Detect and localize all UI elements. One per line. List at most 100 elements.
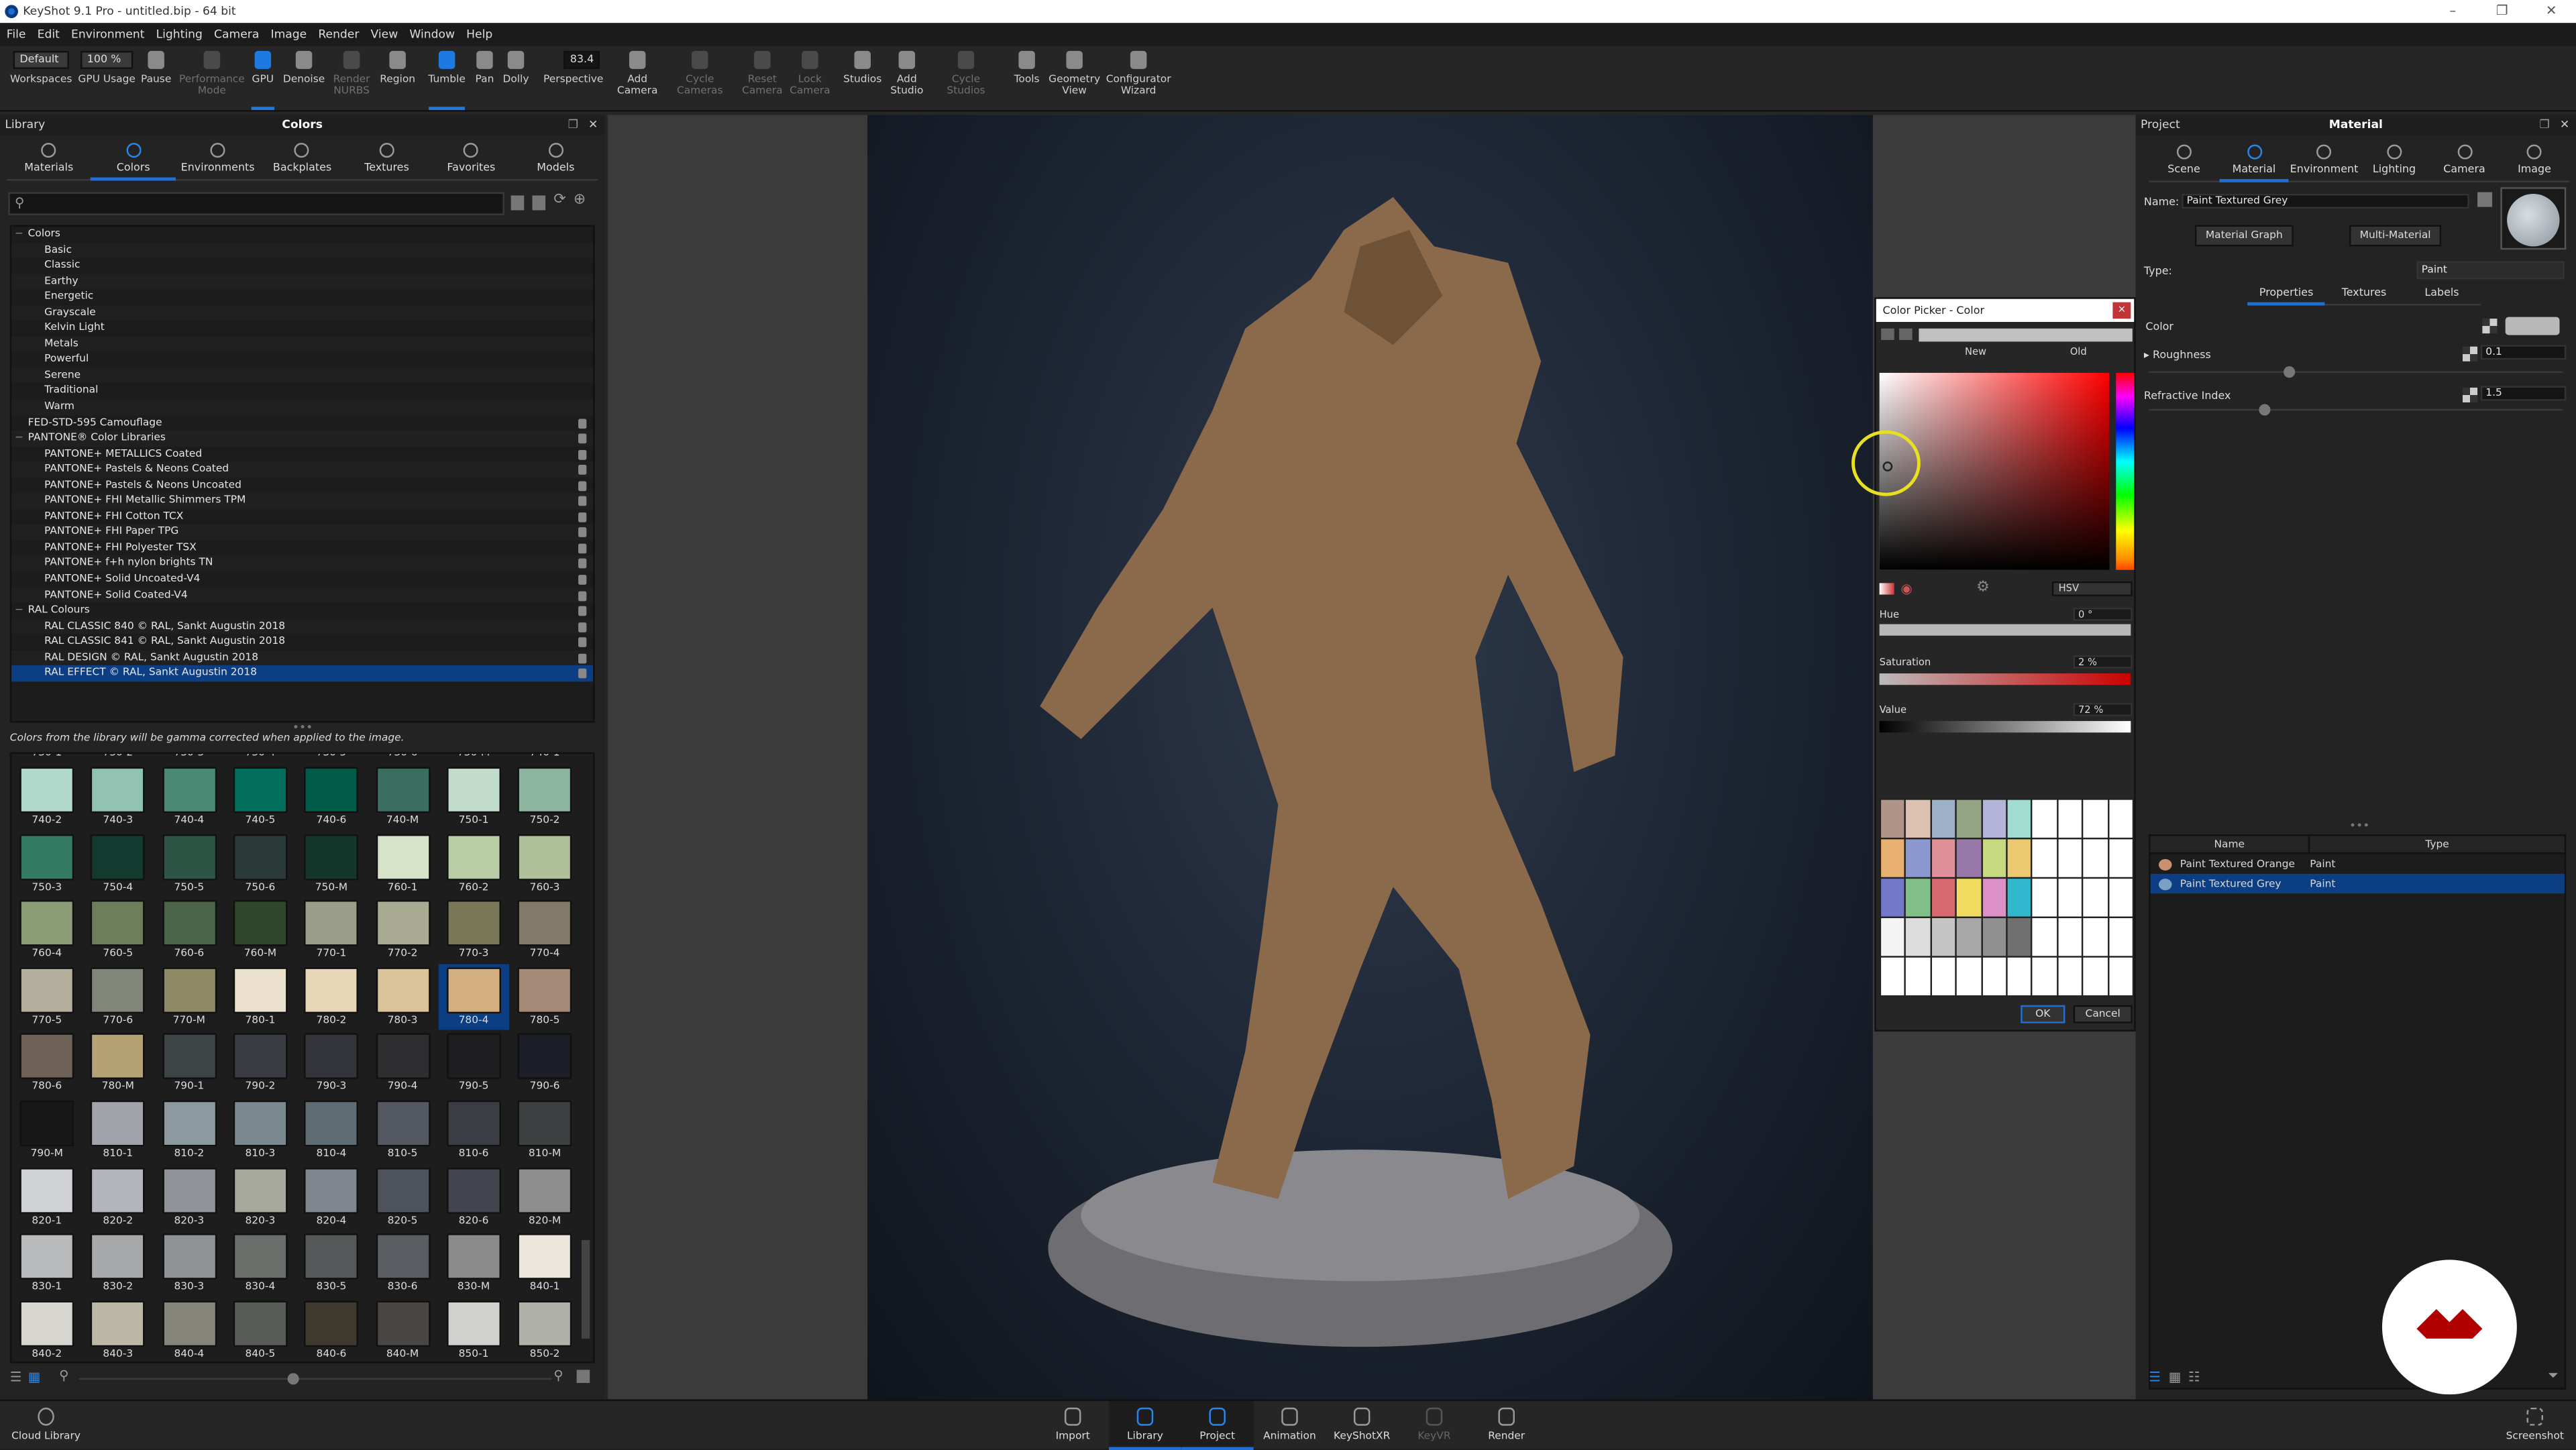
color-swatch-750-2[interactable]: 750-2 [509, 764, 580, 830]
color-swatch-770-4[interactable]: 770-4 [509, 897, 580, 963]
menu-environment[interactable]: Environment [71, 23, 144, 46]
tab-materials[interactable]: Materials [7, 136, 91, 179]
palette-swatch[interactable] [2108, 879, 2133, 917]
color-swatch-820-2[interactable]: 820-2 [83, 1164, 153, 1229]
color-swatch-840-6[interactable]: 840-6 [296, 1297, 366, 1361]
palette-swatch[interactable] [2007, 957, 2031, 996]
tab-colors[interactable]: Colors [91, 136, 176, 181]
palette-swatch[interactable] [1957, 879, 1981, 917]
tree-item-pantone-fhi-paper-tpg[interactable]: PANTONE+ FHI Paper TPG [11, 524, 594, 541]
color-swatch-810-6[interactable]: 810-6 [438, 1097, 508, 1163]
menu-edit[interactable]: Edit [38, 23, 60, 46]
color-swatch-740-M[interactable]: 740-M [367, 764, 437, 830]
value-input[interactable]: 72 % [2073, 703, 2133, 716]
undock-icon[interactable]: ❐ [2539, 115, 2549, 134]
tab-labels[interactable]: Labels [2403, 286, 2481, 304]
tab-camera[interactable]: Camera [2429, 138, 2500, 181]
minimize-button[interactable]: – [2428, 0, 2477, 23]
palette-swatch[interactable] [2033, 879, 2057, 917]
color-swatch-820-6[interactable]: 820-6 [438, 1164, 508, 1229]
tab-lighting[interactable]: Lighting [2359, 138, 2430, 181]
tree-item-pantone-solid-uncoated-v4[interactable]: PANTONE+ Solid Uncoated-V4 [11, 571, 593, 587]
tab-textures[interactable]: Textures [2325, 286, 2403, 304]
palette-swatch[interactable] [2058, 957, 2082, 996]
color-swatch-830-M[interactable]: 830-M [438, 1231, 508, 1296]
collapse-icon[interactable]: − [15, 603, 23, 618]
palette-swatch[interactable] [1931, 879, 1955, 917]
color-swatch-760-M[interactable]: 760-M [225, 897, 295, 963]
color-swatch-810-4[interactable]: 810-4 [296, 1097, 366, 1163]
tab-backplates[interactable]: Backplates [260, 136, 345, 179]
color-swatch-840-M[interactable]: 840-M [367, 1297, 437, 1361]
color-swatch-820-5[interactable]: 820-5 [367, 1164, 437, 1229]
color-swatch-780-3[interactable]: 780-3 [367, 964, 437, 1029]
color-swatch-760-3[interactable]: 760-3 [509, 830, 580, 896]
list-view-icon[interactable]: ☰ [10, 1370, 22, 1384]
slider-knob[interactable] [286, 1373, 299, 1385]
palette-swatch[interactable] [2083, 957, 2108, 996]
tree-item-ral-effect-ral-sankt-augustin-2018[interactable]: RAL EFFECT © RAL, Sankt Augustin 2018 [11, 665, 594, 681]
palette-swatch[interactable] [1881, 799, 1905, 838]
color-swatch-790-M[interactable]: 790-M [11, 1097, 82, 1163]
color-swatch-760-6[interactable]: 760-6 [154, 897, 224, 963]
palette-swatch[interactable] [1982, 917, 2006, 956]
palette-swatch[interactable] [1906, 799, 1931, 838]
tree-item-ral-colours[interactable]: − RAL Colours [11, 603, 593, 618]
palette-swatch[interactable] [1982, 957, 2006, 996]
palette-swatch[interactable] [1906, 879, 1931, 917]
roughness-label[interactable]: ▸ Roughness [2144, 348, 2211, 361]
color-swatch-770-M[interactable]: 770-M [154, 964, 224, 1029]
color-swatch-760-1[interactable]: 760-1 [367, 830, 437, 896]
palette-swatch[interactable] [2033, 917, 2057, 956]
menu-lighting[interactable]: Lighting [156, 23, 203, 46]
tree-item-classic[interactable]: Classic [11, 258, 593, 274]
settings-gear-icon[interactable]: ⚙ [1976, 579, 1990, 596]
tree-item-traditional[interactable]: Traditional [11, 384, 593, 399]
zoom-out-icon[interactable]: ⚲ [59, 1368, 68, 1383]
field-of-view-input[interactable]: 83.4 [564, 50, 600, 69]
color-swatch-770-2[interactable]: 770-2 [367, 897, 437, 963]
palette-swatch[interactable] [1906, 839, 1931, 877]
palette-swatch[interactable] [2058, 917, 2082, 956]
swatch-scrollbar[interactable] [581, 1239, 590, 1339]
tab-textures[interactable]: Textures [345, 136, 429, 179]
menu-window[interactable]: Window [409, 23, 455, 46]
gpu-usage-select[interactable]: 100 % [80, 50, 133, 69]
palette-swatch[interactable] [1982, 799, 2006, 838]
material-name-input[interactable]: Paint Textured Grey [2182, 193, 2469, 209]
refractive-texture-icon[interactable] [2463, 387, 2478, 403]
color-swatch-760-2[interactable]: 760-2 [438, 830, 508, 896]
tree-item-energetic[interactable]: Energetic [11, 289, 593, 304]
palette-swatch[interactable] [2033, 957, 2057, 996]
color-swatch-810-2[interactable]: 810-2 [154, 1097, 224, 1163]
color-swatch-750-4[interactable]: 750-4 [83, 830, 153, 896]
color-swatch-770-6[interactable]: 770-6 [83, 964, 153, 1029]
bottom-library-button[interactable]: Library [1109, 1400, 1181, 1450]
palette-swatch[interactable] [1931, 839, 1955, 877]
hue-input[interactable]: 0 ° [2073, 608, 2133, 621]
color-swatch-790-3[interactable]: 790-3 [296, 1030, 366, 1096]
color-swatch-790-4[interactable]: 790-4 [367, 1030, 437, 1096]
refractive-index-slider[interactable] [2149, 404, 2563, 416]
palette-swatch[interactable] [2083, 799, 2108, 838]
color-swatch-830-3[interactable]: 830-3 [154, 1231, 224, 1296]
bottom-import-button[interactable]: Import [1036, 1401, 1109, 1450]
color-swatch[interactable] [2505, 317, 2560, 335]
palette-swatch[interactable] [2058, 839, 2082, 877]
palette-swatch[interactable] [2033, 799, 2057, 838]
palette-swatch[interactable] [2007, 839, 2031, 877]
color-swatch-830-2[interactable]: 830-2 [83, 1231, 153, 1296]
palette-swatch[interactable] [2033, 839, 2057, 877]
palette-swatch[interactable] [2058, 799, 2082, 838]
color-swatch-840-1[interactable]: 840-1 [509, 1231, 580, 1296]
color-swatch-830-5[interactable]: 830-5 [296, 1231, 366, 1296]
toolbar-configurator-wizard-button[interactable]: Configurator Wizard [1106, 46, 1171, 112]
palette-swatch[interactable] [1931, 799, 1955, 838]
color-swatch-850-2[interactable]: 850-2 [509, 1297, 580, 1361]
tree-item-ral-design-ral-sankt-augustin-2018[interactable]: RAL DESIGN © RAL, Sankt Augustin 2018 [11, 650, 594, 666]
palette-swatch[interactable] [1881, 839, 1905, 877]
color-swatch-780-6[interactable]: 780-6 [11, 1030, 82, 1096]
color-wheel-icon[interactable]: ◉ [1900, 581, 1912, 596]
slider-knob[interactable] [2259, 404, 2271, 416]
color-swatch-790-2[interactable]: 790-2 [225, 1030, 295, 1096]
